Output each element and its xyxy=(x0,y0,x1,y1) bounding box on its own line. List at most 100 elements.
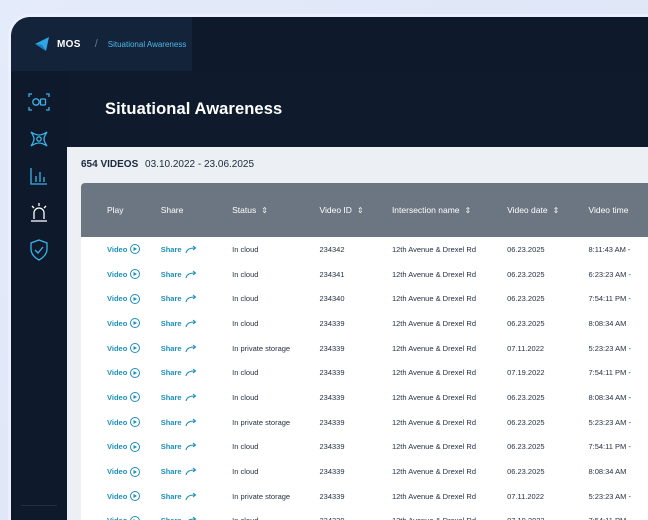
video-link[interactable]: Video xyxy=(107,417,141,428)
share-link[interactable]: Share xyxy=(161,467,197,476)
video-link[interactable]: Video xyxy=(107,293,141,304)
share-link[interactable]: Share xyxy=(161,492,197,501)
play-icon xyxy=(130,244,141,255)
video-link[interactable]: Video xyxy=(107,441,141,452)
cell-intersection: 12th Avenue & Drexel Rd xyxy=(391,343,477,353)
sort-icon[interactable]: ⇕ xyxy=(261,206,268,215)
sidebar-item-alarms[interactable] xyxy=(27,201,51,225)
cell-time: 7:54:11 PM - xyxy=(588,294,631,304)
logo-area[interactable]: MOS / Situational Awareness xyxy=(11,17,192,71)
cell-play: Video xyxy=(81,441,149,452)
share-link[interactable]: Share xyxy=(161,442,197,451)
video-link-label: Video xyxy=(107,442,128,452)
share-arrow-icon xyxy=(185,319,197,328)
share-link[interactable]: Share xyxy=(161,516,197,520)
cell-intersection: 12th Avenue & Drexel Rd xyxy=(391,269,477,279)
cell-status: In cloud xyxy=(232,294,259,304)
play-icon xyxy=(130,343,141,354)
cell-intersection: 12th Avenue & Drexel Rd xyxy=(392,516,507,520)
header-share-label: Share xyxy=(160,205,184,215)
share-link[interactable]: Share xyxy=(161,393,197,402)
cell-time: 8:08:34 AM - xyxy=(588,392,631,402)
header-play: Play xyxy=(81,205,149,215)
video-link[interactable]: Video xyxy=(107,318,141,329)
cell-time: 5:23:23 AM - xyxy=(588,491,631,501)
share-arrow-icon xyxy=(185,245,197,254)
cell-share: Share xyxy=(149,442,232,451)
share-arrow-icon xyxy=(185,492,197,501)
breadcrumb-current[interactable]: Situational Awareness xyxy=(108,40,187,49)
video-link[interactable]: Video xyxy=(107,244,141,255)
play-icon xyxy=(130,392,141,403)
cell-video-id: 234339 xyxy=(319,417,345,427)
table-row: Video Share In private storage 234339 12… xyxy=(81,484,648,509)
app-frame: MOS / Situational Awareness Situational … xyxy=(8,14,648,520)
video-link[interactable]: Video xyxy=(107,367,141,378)
cell-status: In cloud xyxy=(232,516,319,520)
cell-video-id: 234339 xyxy=(319,318,345,328)
table-row: Video Share In cloud 234341 12th Avenue … xyxy=(81,262,648,287)
share-link[interactable]: Share xyxy=(161,344,197,353)
cell-status: In cloud xyxy=(232,392,259,402)
cell-video-id: 234339 xyxy=(319,392,345,402)
cell-time: 7:54:11 PM - xyxy=(588,368,631,378)
camera-icon xyxy=(28,93,50,111)
sidebar-divider xyxy=(21,505,57,506)
header-status[interactable]: Status ⇕ xyxy=(232,205,319,215)
share-link[interactable]: Share xyxy=(161,368,197,377)
share-link[interactable]: Share xyxy=(161,245,197,254)
play-icon xyxy=(130,491,141,502)
cell-play: Video xyxy=(81,491,149,502)
share-link-label: Share xyxy=(160,442,182,452)
cell-video-id: 234339 xyxy=(319,343,345,353)
video-link[interactable]: Video xyxy=(107,343,141,354)
cell-intersection: 12th Avenue & Drexel Rd xyxy=(391,318,477,328)
share-arrow-icon xyxy=(185,368,197,377)
share-link[interactable]: Share xyxy=(161,319,197,328)
cell-status: In cloud xyxy=(232,244,259,254)
play-icon xyxy=(130,367,141,378)
video-count: 654 VIDEOS xyxy=(81,159,139,170)
share-link[interactable]: Share xyxy=(161,270,197,279)
cell-date: 06.23.2025 xyxy=(507,318,545,328)
table-row: Video Share In cloud 234339 xyxy=(81,509,648,520)
video-link-label: Video xyxy=(107,368,128,378)
video-link[interactable]: Video xyxy=(107,491,141,502)
table-row: Video Share In private storage 234339 12… xyxy=(81,410,648,435)
header-play-label: Play xyxy=(107,205,124,215)
sort-icon[interactable]: ⇕ xyxy=(465,206,472,215)
video-link[interactable]: Video xyxy=(107,515,141,520)
video-link-label: Video xyxy=(107,343,128,353)
sidebar xyxy=(11,71,67,520)
video-link[interactable]: Video xyxy=(107,392,141,403)
share-link[interactable]: Share xyxy=(161,418,197,427)
header-video-id[interactable]: Video ID ⇕ xyxy=(319,205,391,215)
cell-status: In cloud xyxy=(232,442,259,452)
sidebar-item-analytics[interactable] xyxy=(27,164,51,188)
header-status-label: Status xyxy=(232,205,257,215)
share-link-label: Share xyxy=(160,417,182,427)
share-arrow-icon xyxy=(185,270,197,279)
sidebar-item-network[interactable] xyxy=(27,127,51,151)
share-arrow-icon xyxy=(185,442,197,451)
sort-icon[interactable]: ⇕ xyxy=(357,206,364,215)
cell-intersection: 12th Avenue & Drexel Rd xyxy=(391,368,477,378)
sort-icon[interactable]: ⇕ xyxy=(553,206,560,215)
sidebar-item-camera[interactable] xyxy=(27,90,51,114)
share-arrow-icon xyxy=(185,516,197,520)
cell-share: Share xyxy=(149,368,232,377)
breadcrumb-separator: / xyxy=(94,38,98,50)
video-link[interactable]: Video xyxy=(107,269,141,280)
header-intersection[interactable]: Intersection name ⇕ xyxy=(392,205,507,215)
play-icon xyxy=(130,466,141,477)
cell-play: Video xyxy=(81,318,149,329)
header-date[interactable]: Video date ⇕ xyxy=(507,205,588,215)
video-link[interactable]: Video xyxy=(107,466,141,477)
cell-video-id: 234339 xyxy=(319,491,345,501)
play-icon xyxy=(130,417,141,428)
table-row: Video Share In cloud 234339 xyxy=(81,435,648,460)
cell-date: 07.11.2022 xyxy=(507,491,545,501)
header-time[interactable]: Video time xyxy=(588,205,648,215)
share-link[interactable]: Share xyxy=(161,294,197,303)
sidebar-item-security[interactable] xyxy=(27,238,51,262)
